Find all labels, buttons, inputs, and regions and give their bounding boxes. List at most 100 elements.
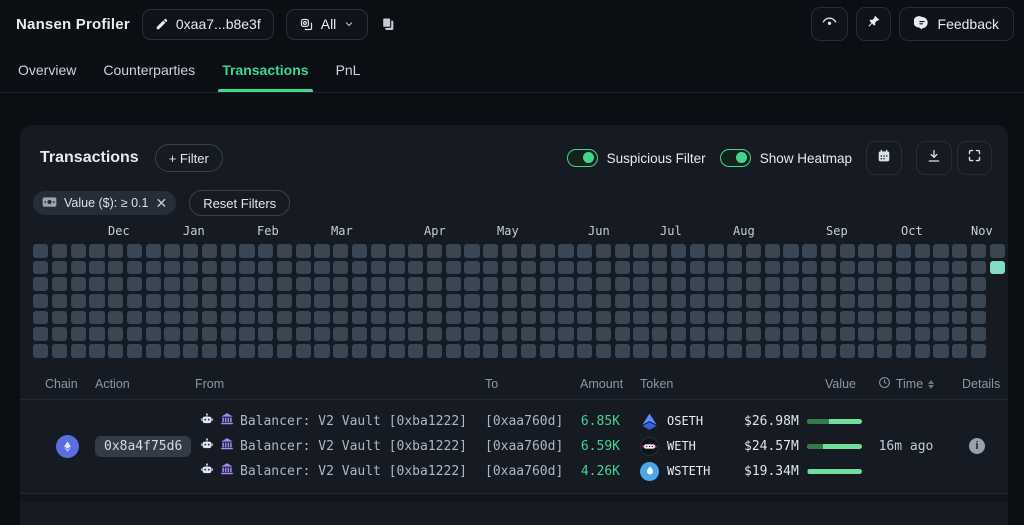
heatmap-cell[interactable] [295, 344, 311, 358]
heatmap-cell[interactable] [933, 277, 949, 291]
heatmap-cell[interactable] [670, 327, 687, 341]
heatmap-cell[interactable] [370, 260, 386, 275]
heatmap-cell[interactable] [239, 244, 255, 258]
heatmap-cell[interactable] [426, 310, 443, 325]
heatmap-cell[interactable] [33, 277, 49, 291]
heatmap-cell[interactable] [858, 277, 874, 291]
heatmap-cell[interactable] [689, 277, 705, 291]
heatmap-cell[interactable] [689, 244, 705, 258]
info-icon[interactable]: i [969, 438, 985, 455]
heatmap-cell[interactable] [258, 327, 274, 341]
heatmap-cell[interactable] [670, 260, 687, 275]
heatmap-cell[interactable] [577, 327, 593, 341]
heatmap-cell[interactable] [483, 327, 499, 341]
heatmap-cell[interactable] [558, 310, 574, 325]
heatmap-cell[interactable] [670, 310, 687, 325]
heatmap-cell[interactable] [895, 244, 912, 258]
heatmap-cell[interactable] [595, 244, 612, 258]
token-cell[interactable]: WSTETH [632, 459, 744, 484]
action-signature-chip[interactable]: 0x8a4f75d6 [95, 435, 192, 457]
heatmap-cell[interactable] [558, 294, 574, 308]
heatmap-cell[interactable] [145, 244, 161, 258]
heatmap-cell[interactable] [126, 260, 143, 275]
heatmap-cell[interactable] [652, 344, 668, 358]
heatmap-cell[interactable] [820, 244, 837, 258]
heatmap-cell[interactable] [970, 344, 987, 358]
heatmap-cell[interactable] [276, 327, 293, 341]
heatmap-cell[interactable] [333, 327, 349, 341]
heatmap-cell[interactable] [539, 310, 555, 325]
heatmap-cell[interactable] [483, 294, 499, 308]
heatmap-cell[interactable] [108, 260, 124, 275]
heatmap-cell[interactable] [670, 244, 687, 258]
heatmap-cell[interactable] [577, 277, 593, 291]
heatmap-cell[interactable] [614, 260, 630, 275]
heatmap-cell[interactable] [727, 344, 743, 358]
heatmap-cell[interactable] [70, 310, 86, 325]
heatmap-cell[interactable] [520, 310, 536, 325]
heatmap-cell[interactable] [764, 344, 780, 358]
heatmap-cell[interactable] [858, 244, 874, 258]
heatmap-cell[interactable] [220, 310, 236, 325]
heatmap-cell[interactable] [989, 260, 1005, 275]
heatmap-cell[interactable] [727, 327, 743, 341]
heatmap-cell[interactable] [220, 344, 236, 358]
heatmap-cell[interactable] [126, 244, 143, 258]
heatmap-cell[interactable] [745, 277, 762, 291]
heatmap-cell[interactable] [970, 277, 987, 291]
from-label[interactable]: Balancer: V2 Vault [0xba1222] [240, 464, 467, 479]
heatmap-cell[interactable] [33, 344, 49, 358]
heatmap-cell[interactable] [314, 310, 330, 325]
heatmap-cell[interactable] [258, 244, 274, 258]
heatmap-cell[interactable] [708, 260, 724, 275]
heatmap-cell[interactable] [839, 327, 855, 341]
heatmap-cell[interactable] [351, 260, 368, 275]
heatmap-cell[interactable] [708, 344, 724, 358]
heatmap-cell[interactable] [389, 327, 405, 341]
suspicious-filter-toggle[interactable]: Suspicious Filter [566, 149, 706, 167]
heatmap-cell[interactable] [764, 260, 780, 275]
heatmap-cell[interactable] [351, 310, 368, 325]
heatmap-cell[interactable] [426, 344, 443, 358]
heatmap-cell[interactable] [914, 244, 930, 258]
heatmap-cell[interactable] [408, 294, 424, 308]
heatmap-cell[interactable] [670, 344, 687, 358]
heatmap-cell[interactable] [295, 310, 311, 325]
heatmap-cell[interactable] [445, 244, 461, 258]
heatmap-cell[interactable] [652, 310, 668, 325]
heatmap-cell[interactable] [183, 344, 199, 358]
toggle-switch[interactable] [566, 149, 598, 167]
heatmap-cell[interactable] [351, 294, 368, 308]
heatmap-cell[interactable] [445, 260, 461, 275]
heatmap-cell[interactable] [858, 310, 874, 325]
heatmap-cell[interactable] [426, 260, 443, 275]
heatmap-cell[interactable] [745, 260, 762, 275]
reset-filters-button[interactable]: Reset Filters [189, 190, 291, 216]
heatmap-cell[interactable] [464, 294, 480, 308]
heatmap-cell[interactable] [652, 260, 668, 275]
heatmap-cell[interactable] [952, 294, 968, 308]
heatmap-cell[interactable] [689, 294, 705, 308]
heatmap-cell[interactable] [839, 344, 855, 358]
heatmap-cell[interactable] [239, 260, 255, 275]
heatmap-cell[interactable] [501, 294, 518, 308]
heatmap-cell[interactable] [539, 344, 555, 358]
heatmap-cell[interactable] [314, 277, 330, 291]
heatmap-cell[interactable] [858, 344, 874, 358]
heatmap-cell[interactable] [408, 277, 424, 291]
heatmap-cell[interactable] [89, 327, 105, 341]
heatmap-cell[interactable] [183, 244, 199, 258]
heatmap-cell[interactable] [520, 294, 536, 308]
heatmap-cell[interactable] [820, 310, 837, 325]
heatmap-cell[interactable] [933, 310, 949, 325]
heatmap-cell[interactable] [333, 244, 349, 258]
col-header-time[interactable]: Time [862, 376, 950, 392]
from-label[interactable]: Balancer: V2 Vault [0xba1222] [240, 439, 467, 454]
heatmap-cell[interactable] [483, 260, 499, 275]
tab-overview[interactable]: Overview [18, 48, 76, 92]
heatmap-cell[interactable] [370, 327, 386, 341]
heatmap-cell[interactable] [389, 277, 405, 291]
heatmap-cell[interactable] [895, 260, 912, 275]
heatmap-cell[interactable] [727, 244, 743, 258]
heatmap-cell[interactable] [558, 344, 574, 358]
